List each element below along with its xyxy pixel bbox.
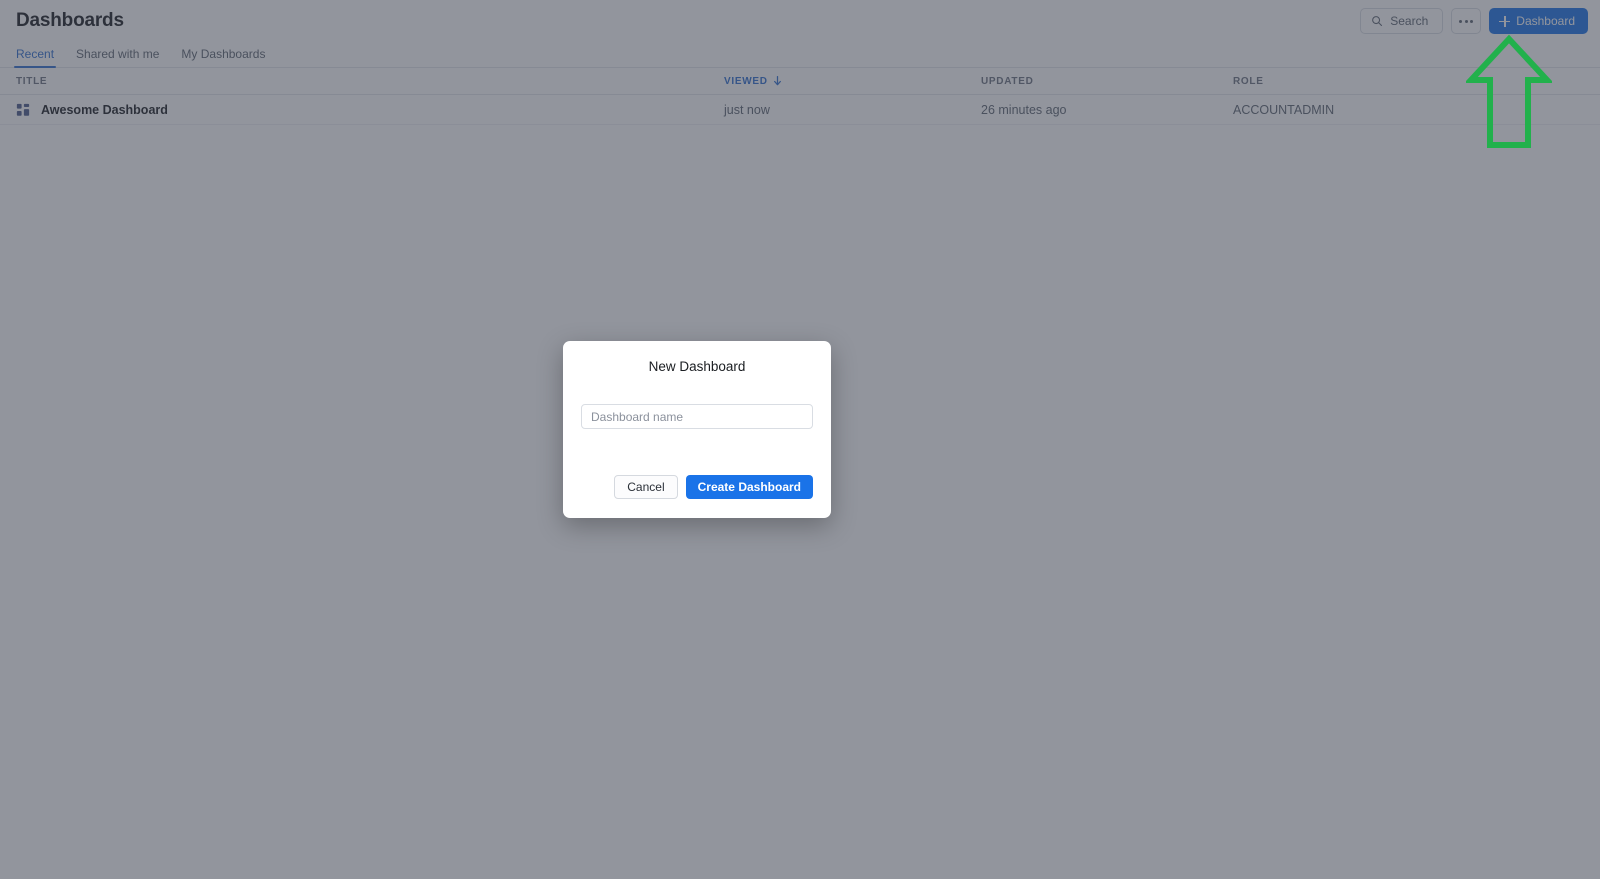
modal-actions: Cancel Create Dashboard	[581, 475, 813, 499]
cancel-button[interactable]: Cancel	[614, 475, 678, 499]
new-dashboard-modal: New Dashboard Cancel Create Dashboard	[563, 341, 831, 518]
dashboard-name-input[interactable]	[581, 404, 813, 429]
modal-title: New Dashboard	[648, 359, 746, 374]
create-dashboard-button[interactable]: Create Dashboard	[685, 475, 813, 499]
